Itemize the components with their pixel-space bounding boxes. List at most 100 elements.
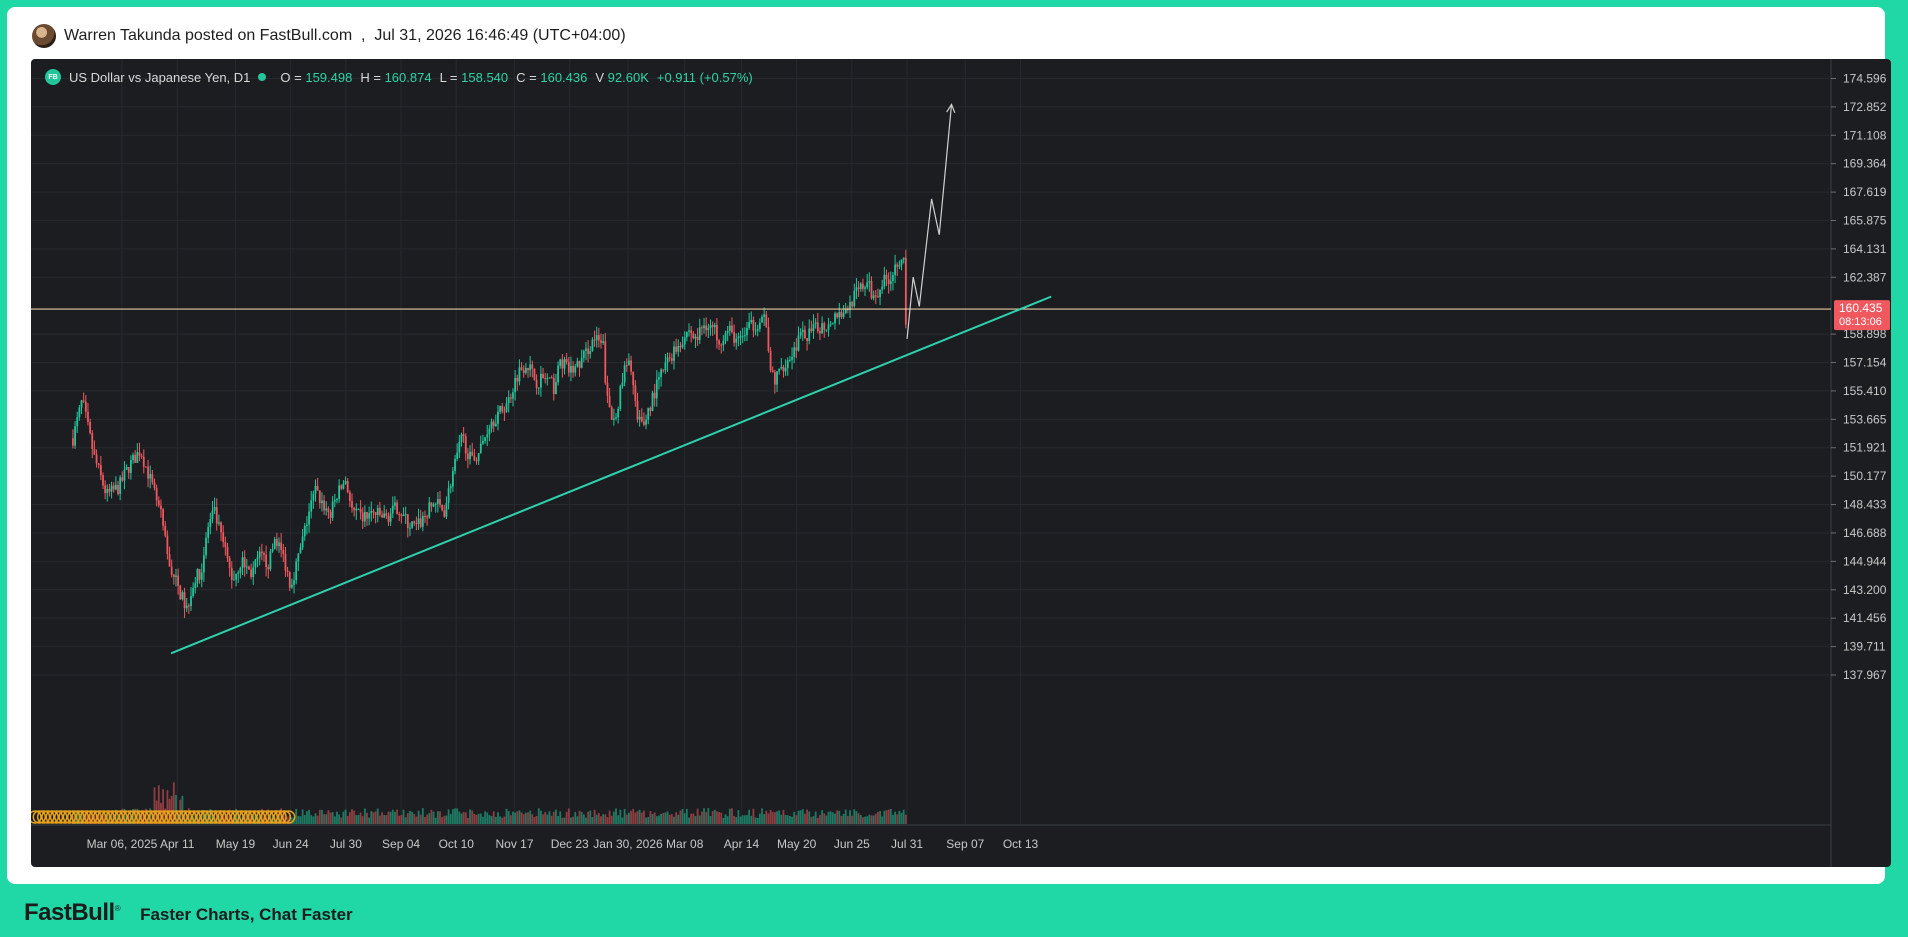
volume-bar [859, 815, 862, 824]
candle-body [866, 282, 869, 288]
volume-bar [670, 814, 673, 824]
candle-body [756, 328, 759, 331]
candle-body [896, 264, 899, 267]
candle-body [722, 341, 725, 346]
candle-body [140, 455, 143, 457]
symbol-name[interactable]: US Dollar vs Japanese Yen, D1 [69, 70, 250, 85]
candle-body [853, 290, 856, 307]
candle-body [718, 340, 720, 345]
candle-body [366, 512, 368, 519]
candle-body [724, 333, 727, 342]
volume-bar [885, 810, 888, 824]
volume-bar [462, 811, 465, 824]
candle-body [160, 505, 162, 510]
candle-body [166, 535, 169, 555]
volume-bar [492, 811, 495, 824]
projection-path [906, 104, 953, 340]
candlestick-chart-svg[interactable]: 174.596 172.852 171.108 169.364 167.619 165.8… [31, 59, 1891, 867]
volume-bar [716, 811, 718, 824]
volume-bar [391, 809, 394, 824]
candle-body [439, 499, 441, 505]
volume-bar [351, 809, 353, 824]
fastbull-logo[interactable]: FastBull® [24, 899, 121, 927]
candle-body [434, 503, 437, 505]
volume-bar [580, 811, 583, 824]
volume-bar [816, 817, 819, 824]
volume-bar [700, 811, 703, 824]
volume-bar [383, 814, 386, 824]
candle-body [638, 416, 641, 420]
candle-body [731, 325, 733, 333]
volume-bar [619, 809, 622, 824]
candle-body [280, 542, 283, 550]
candle-body [902, 257, 905, 260]
volume-bar [705, 811, 708, 824]
volume-bar [855, 811, 858, 824]
candle-body [97, 463, 100, 465]
candle-body [228, 558, 231, 568]
candle-body [211, 510, 214, 519]
candle-body [507, 397, 510, 404]
candle-body [336, 499, 338, 501]
candle-body [793, 347, 796, 357]
volume-bar [737, 810, 740, 824]
candle-body [147, 466, 149, 479]
candle-body [267, 567, 270, 570]
volume-bar [471, 810, 474, 824]
volume-bar [610, 815, 613, 824]
candle-body [323, 500, 325, 511]
volume-bar [707, 808, 710, 824]
volume-bar [731, 808, 733, 824]
volume-bar [565, 811, 568, 824]
candle-body [610, 407, 613, 420]
candle-body [789, 359, 791, 361]
volume-bar [879, 810, 881, 824]
volume-bar [831, 812, 834, 824]
volume-bar [617, 815, 620, 824]
volume-bar [514, 812, 517, 824]
volume-bar [866, 816, 869, 824]
candle-body [396, 502, 398, 515]
candle-body [110, 485, 113, 492]
volume-bar [713, 809, 716, 824]
volume-bar [638, 809, 641, 824]
candle-body [205, 537, 207, 556]
candle-body [138, 452, 141, 456]
volume-bar [889, 808, 892, 824]
author-avatar[interactable] [32, 24, 56, 48]
candle-body [108, 488, 111, 492]
candle-body [683, 337, 686, 345]
candle-body [604, 341, 607, 383]
volume-bar [597, 812, 600, 824]
candle-body [333, 500, 336, 502]
volume-bar [567, 808, 570, 824]
volume-bar [342, 811, 345, 824]
volume-bar [439, 811, 441, 824]
candle-body [726, 331, 729, 334]
candle-body [628, 360, 630, 366]
volume-bar [563, 817, 566, 824]
candle-body [625, 365, 628, 367]
volume-bar [898, 810, 901, 824]
candle-body [226, 547, 229, 559]
candle-body [102, 475, 104, 486]
volume-bar [900, 812, 903, 824]
candle-body [666, 357, 669, 363]
x-tick-label: May 20 [777, 837, 817, 851]
candle-body [104, 485, 107, 494]
candle-body [260, 551, 263, 554]
price-chart[interactable]: 174.596 172.852 171.108 169.364 167.619 165.8… [31, 59, 1891, 867]
candle-body [782, 366, 785, 372]
x-tick-label: Nov 17 [496, 837, 534, 851]
volume-bar [484, 811, 486, 824]
candle-body [402, 514, 405, 517]
candle-body [454, 458, 456, 471]
candle-body [318, 490, 321, 504]
volume-bar [632, 808, 635, 824]
candle-body [363, 512, 366, 522]
candle-body [838, 312, 841, 318]
candle-body [484, 437, 486, 441]
post-header: Warren Takunda posted on FastBull.com , … [32, 24, 626, 48]
candle-body [89, 421, 92, 433]
y-tick-label: 137.967 [1843, 668, 1887, 682]
